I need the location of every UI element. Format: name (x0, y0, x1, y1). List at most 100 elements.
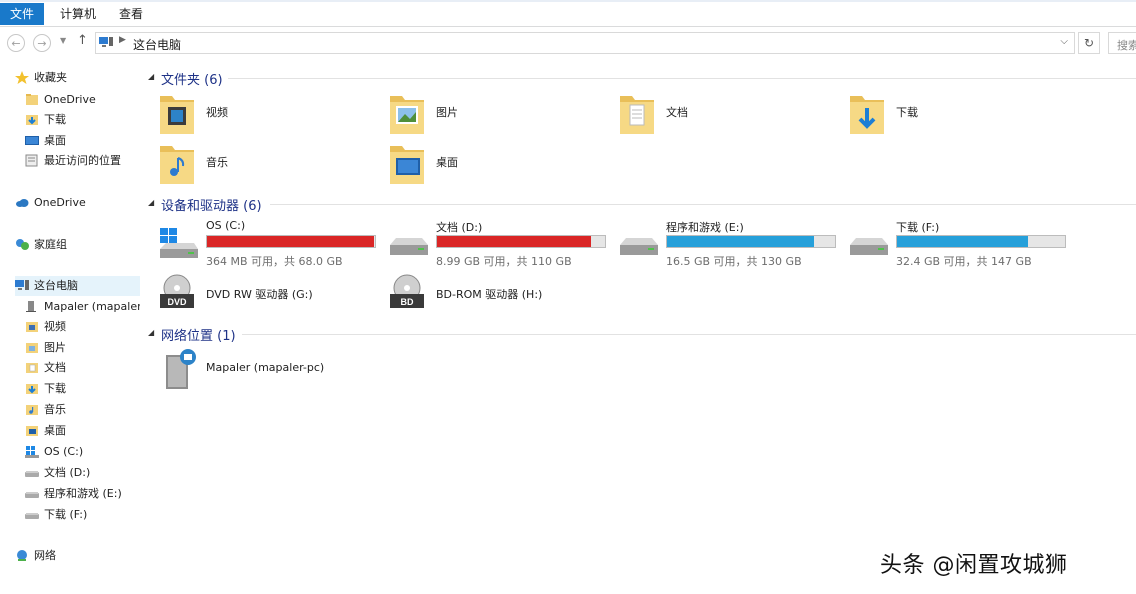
collapse-triangle-icon[interactable]: ◢ (148, 198, 154, 207)
back-button[interactable]: ← (7, 34, 25, 52)
collapse-triangle-icon[interactable]: ◢ (148, 328, 154, 337)
tab-view[interactable]: 查看 (109, 3, 153, 25)
address-bar[interactable]: ▶ 这台电脑 ⌵ (95, 32, 1075, 54)
address-row: ← → ▼ ↑ ▶ 这台电脑 ⌵ ↻ 搜索 (0, 27, 1136, 59)
network-computer-icon (166, 349, 196, 389)
download-folder-icon (26, 115, 38, 125)
windows-drive-icon (160, 228, 198, 258)
title-strip (0, 0, 1136, 2)
recent-locations-dropdown[interactable]: ▼ (60, 36, 66, 45)
drive-d[interactable]: 文档 (D:) 8.99 GB 可用，共 110 GB (378, 219, 606, 269)
network-location-mapaler[interactable]: Mapaler (mapaler-pc) (148, 347, 368, 395)
sidebar-item-pictures[interactable]: 图片 (25, 338, 140, 358)
refresh-button[interactable]: ↻ (1078, 32, 1100, 54)
pictures-folder-icon (26, 343, 38, 353)
sidebar-item-downloads[interactable]: 下载 (25, 379, 140, 399)
drive-usage-bar (896, 235, 1066, 248)
desktop-folder-icon (26, 426, 38, 436)
homegroup-icon (16, 239, 29, 250)
drive-usage-fill (667, 236, 814, 247)
sidebar-favorites[interactable]: 收藏夹 (15, 68, 140, 88)
drive-usage-bar (206, 235, 376, 248)
desktop-icon (25, 136, 39, 145)
up-button[interactable]: ↑ (77, 33, 88, 48)
group-header-network[interactable]: ◢ 网络位置 (1) (148, 325, 1136, 344)
dvd-drive-icon: DVD (160, 274, 194, 308)
sidebar-network[interactable]: 网络 (15, 546, 140, 566)
folder-videos[interactable]: 视频 (148, 90, 368, 138)
drive-usage-bar (666, 235, 836, 248)
hard-drive-icon (25, 471, 39, 477)
folder-documents[interactable]: 文档 (608, 90, 828, 138)
sidebar-item-recent[interactable]: 最近访问的位置 (25, 151, 140, 171)
group-divider (270, 204, 1136, 205)
music-folder-icon (160, 146, 194, 184)
sidebar-item-downloads-fav[interactable]: 下载 (25, 110, 140, 130)
drive-usage-fill (437, 236, 592, 247)
sidebar-item-drive-d[interactable]: 文档 (D:) (25, 463, 140, 483)
drive-usage-fill (207, 236, 375, 247)
group-divider (242, 334, 1136, 335)
drive-f[interactable]: 下载 (F:) 32.4 GB 可用，共 147 GB (838, 219, 1066, 269)
collapse-triangle-icon[interactable]: ◢ (148, 72, 154, 81)
computer-icon (15, 280, 29, 290)
sidebar-item-drive-c[interactable]: OS (C:) (25, 442, 140, 462)
sidebar-item-videos[interactable]: 视频 (25, 317, 140, 337)
group-header-devices[interactable]: ◢ 设备和驱动器 (6) (148, 195, 1136, 214)
sidebar-item-drive-e[interactable]: 程序和游戏 (E:) (25, 484, 140, 504)
download-folder-icon (850, 96, 884, 134)
sidebar-item-desktop[interactable]: 桌面 (25, 421, 140, 441)
folder-pictures[interactable]: 图片 (378, 90, 598, 138)
bd-drive-icon: BD (390, 274, 424, 308)
group-divider (228, 78, 1136, 79)
drive-g-dvd[interactable]: DVD DVD RW 驱动器 (G:) (148, 272, 368, 320)
folder-desktop[interactable]: 桌面 (378, 140, 598, 188)
tab-file[interactable]: 文件 (0, 3, 44, 25)
bd-logo-text: BD (401, 297, 414, 307)
forward-button[interactable]: → (33, 34, 51, 52)
sidebar-item-mapaler[interactable]: Mapaler (mapaler (25, 297, 140, 317)
network-icon (17, 550, 27, 561)
sidebar-this-pc[interactable]: 这台电脑 (15, 276, 140, 296)
pictures-folder-icon (390, 96, 424, 134)
cloud-icon (16, 199, 29, 207)
address-dropdown-icon[interactable]: ⌵ (1060, 36, 1068, 47)
sidebar-item-music[interactable]: 音乐 (25, 400, 140, 420)
network-computer-icon (26, 301, 36, 312)
drive-usage-fill (897, 236, 1029, 247)
sidebar-item-onedrive-fav[interactable]: OneDrive (25, 90, 140, 110)
sidebar-item-drive-f[interactable]: 下载 (F:) (25, 505, 140, 525)
folder-downloads[interactable]: 下载 (838, 90, 1058, 138)
drive-e[interactable]: 程序和游戏 (E:) 16.5 GB 可用，共 130 GB (608, 219, 836, 269)
sidebar-homegroup[interactable]: 家庭组 (15, 235, 140, 255)
hard-drive-icon (620, 238, 658, 255)
video-folder-icon (160, 96, 194, 134)
hard-drive-icon (390, 238, 428, 255)
documents-folder-icon (620, 96, 654, 134)
sidebar-item-documents[interactable]: 文档 (25, 358, 140, 378)
hard-drive-icon (25, 492, 39, 498)
sidebar-onedrive[interactable]: OneDrive (15, 193, 140, 213)
dvd-logo-text: DVD (167, 297, 187, 307)
watermark: 头条 @闲置攻城狮 (880, 553, 1068, 578)
group-header-folders[interactable]: ◢ 文件夹 (6) (148, 69, 1136, 88)
computer-icon (99, 37, 113, 47)
sidebar-item-desktop-fav[interactable]: 桌面 (25, 131, 140, 151)
folder-music[interactable]: 音乐 (148, 140, 368, 188)
download-folder-icon (26, 384, 38, 394)
drive-h-bd[interactable]: BD BD-ROM 驱动器 (H:) (378, 272, 598, 320)
hard-drive-icon (25, 513, 39, 519)
music-folder-icon (26, 405, 38, 415)
star-icon (15, 71, 29, 84)
folder-icon (26, 94, 38, 105)
breadcrumb-this-pc[interactable]: 这台电脑 (133, 36, 181, 53)
documents-folder-icon (26, 363, 38, 373)
search-input[interactable]: 搜索 (1108, 32, 1136, 54)
drive-c[interactable]: OS (C:) 364 MB 可用，共 68.0 GB (148, 219, 376, 269)
breadcrumb-separator-icon[interactable]: ▶ (119, 35, 126, 45)
tab-computer[interactable]: 计算机 (50, 3, 106, 25)
ribbon: 文件 计算机 查看 (0, 0, 1136, 27)
hard-drive-icon (850, 238, 888, 255)
navigation-pane: 收藏夹 OneDrive 下载 桌面 最近访问的位置 OneDrive 家庭组 … (0, 60, 140, 594)
video-folder-icon (26, 322, 38, 332)
